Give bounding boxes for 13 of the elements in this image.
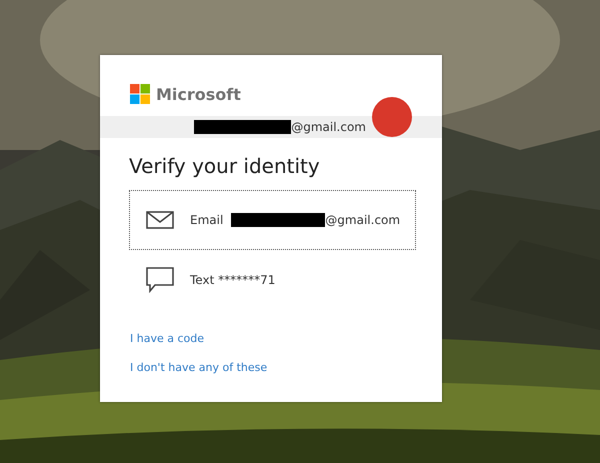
option-label: Text *******71 xyxy=(190,273,276,287)
verification-option[interactable]: Text *******71 xyxy=(129,250,416,310)
avatar-icon xyxy=(372,97,412,137)
verification-option[interactable]: Email @gmail.com xyxy=(129,190,416,250)
speech-bubble-icon xyxy=(146,267,174,293)
brand-name: Microsoft xyxy=(156,84,241,104)
account-email: @gmail.com xyxy=(291,120,366,134)
logo-icon xyxy=(130,84,150,104)
link[interactable]: I don't have any of these xyxy=(130,361,268,374)
page-title: Verify your identity xyxy=(129,154,321,178)
link[interactable]: I have a code xyxy=(130,332,204,345)
option-label: Email @gmail.com xyxy=(190,213,400,227)
envelope-icon xyxy=(146,211,174,229)
